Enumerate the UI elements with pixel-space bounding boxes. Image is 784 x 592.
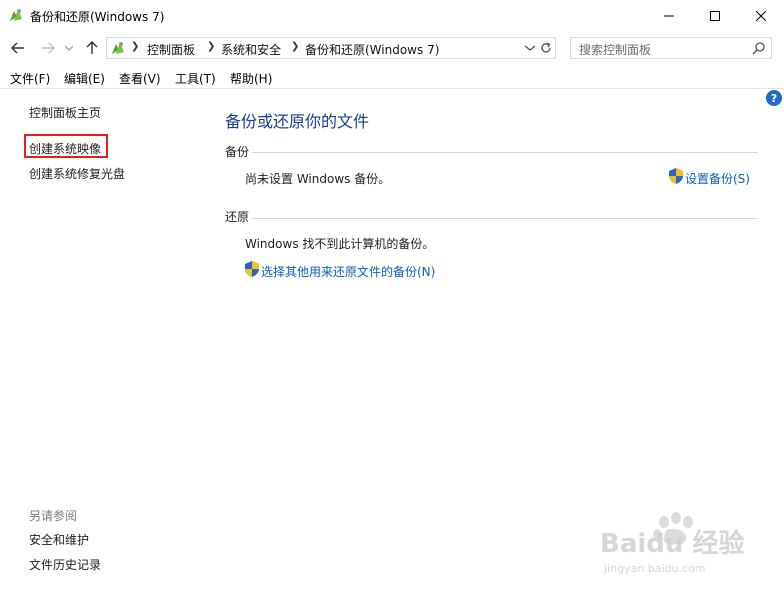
watermark-text: Baidu 经验 — [600, 528, 744, 559]
file-history-link[interactable]: 文件历史记录 — [29, 556, 101, 573]
restore-section-label: 还原 — [225, 210, 250, 224]
close-icon — [756, 11, 766, 21]
title-bar: 备份和还原(Windows 7) — [0, 0, 784, 32]
maximize-icon — [710, 11, 720, 21]
search-icon[interactable] — [752, 41, 766, 55]
recent-locations-button[interactable] — [62, 38, 76, 58]
menu-edit[interactable]: 编辑(E) — [64, 70, 105, 87]
setup-backup-link[interactable]: 设置备份(S) — [685, 170, 750, 187]
backup-app-icon — [10, 9, 22, 21]
forward-button[interactable] — [38, 38, 58, 58]
back-button[interactable] — [8, 38, 28, 58]
menu-help[interactable]: 帮助(H) — [230, 70, 272, 87]
control-panel-icon — [112, 42, 124, 54]
breadcrumb-separator-icon: ❯ — [131, 41, 140, 52]
security-maintenance-link[interactable]: 安全和维护 — [29, 531, 89, 548]
backup-status-text: 尚未设置 Windows 备份。 — [245, 172, 391, 186]
address-bar[interactable]: ❯ 控制面板 ❯ 系统和安全 ❯ 备份和还原(Windows 7) — [106, 37, 556, 59]
menu-divider — [0, 88, 784, 89]
navigation-bar: ❯ 控制面板 ❯ 系统和安全 ❯ 备份和还原(Windows 7) 搜索控制面板 — [0, 34, 784, 62]
backup-section-label: 备份 — [225, 145, 250, 159]
create-system-image-link[interactable]: 创建系统映像 — [29, 140, 101, 157]
refresh-icon — [540, 42, 551, 53]
back-arrow-icon — [11, 42, 24, 54]
breadcrumb-separator-icon: ❯ — [207, 41, 216, 52]
restore-status-text: Windows 找不到此计算机的备份。 — [245, 237, 435, 251]
search-input[interactable]: 搜索控制面板 — [570, 37, 772, 59]
maximize-button[interactable] — [692, 0, 738, 32]
create-repair-disc-link[interactable]: 创建系统修复光盘 — [29, 165, 125, 182]
backup-restore-window: 备份和还原(Windows 7) ❯ 控制面板 ❯ 系统和安全 ❯ 备份和还原(… — [0, 0, 784, 592]
window-title: 备份和还原(Windows 7) — [30, 10, 165, 24]
menu-tools[interactable]: 工具(T) — [175, 70, 216, 87]
breadcrumb-backup-restore[interactable]: 备份和还原(Windows 7) — [305, 41, 439, 58]
chevron-down-icon — [525, 45, 535, 51]
menu-bar: 文件(F) 编辑(E) 查看(V) 工具(T) 帮助(H) — [0, 66, 784, 88]
page-title: 备份或还原你的文件 — [225, 112, 370, 131]
help-icon[interactable]: ? — [766, 90, 782, 106]
uac-shield-icon — [245, 261, 259, 277]
backup-section-divider — [252, 152, 758, 153]
uac-shield-icon — [669, 168, 683, 184]
menu-view[interactable]: 查看(V) — [119, 70, 161, 87]
select-other-backup-link[interactable]: 选择其他用来还原文件的备份(N) — [261, 263, 435, 280]
breadcrumb-separator-icon: ❯ — [291, 41, 300, 52]
watermark-url: jingyan.baidu.com — [603, 562, 706, 575]
up-arrow-icon — [86, 41, 98, 54]
minimize-icon — [664, 15, 674, 17]
control-panel-home-link[interactable]: 控制面板主页 — [29, 104, 101, 121]
baidu-paw-logo: Baidu 经验 jingyan.baidu.com — [600, 512, 744, 575]
minimize-button[interactable] — [646, 0, 692, 32]
refresh-button[interactable] — [536, 37, 556, 59]
breadcrumb-control-panel[interactable]: 控制面板 — [147, 41, 195, 58]
menu-file[interactable]: 文件(F) — [10, 70, 50, 87]
chevron-down-icon — [65, 45, 73, 51]
close-button[interactable] — [738, 0, 784, 32]
up-button[interactable] — [82, 38, 102, 58]
search-placeholder: 搜索控制面板 — [579, 43, 652, 57]
breadcrumb-system-security[interactable]: 系统和安全 — [221, 41, 281, 58]
forward-arrow-icon — [42, 42, 55, 54]
restore-section-divider — [252, 218, 758, 219]
see-also-heading: 另请参阅 — [29, 509, 78, 523]
baidu-watermark: Baidu 经验 jingyan.baidu.com — [600, 508, 770, 578]
